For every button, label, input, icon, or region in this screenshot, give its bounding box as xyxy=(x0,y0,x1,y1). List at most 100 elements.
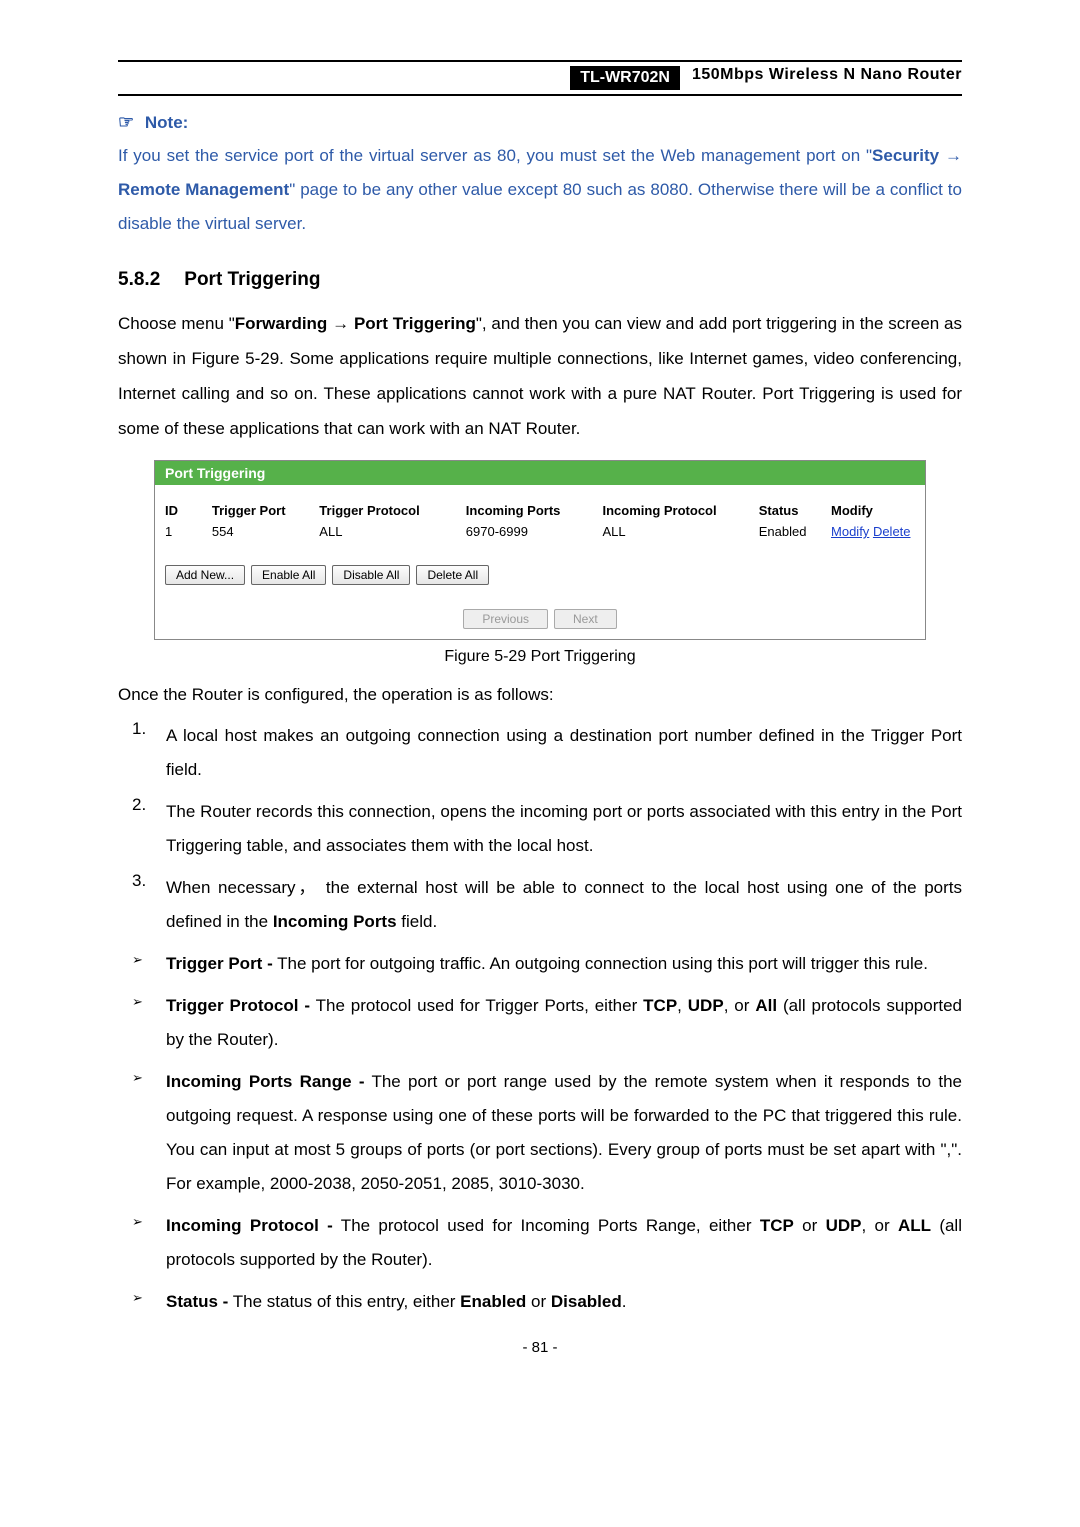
st-b: The status of this entry, either xyxy=(228,1292,460,1311)
list-item: 3. When necessary， the external host wil… xyxy=(132,871,962,939)
col-modify: Modify xyxy=(831,503,915,518)
cell-inproto: ALL xyxy=(603,524,759,539)
modify-link[interactable]: Modify xyxy=(831,524,869,539)
ip-f: , or xyxy=(861,1216,897,1235)
ip-tcp: TCP xyxy=(760,1216,794,1235)
note-label: Note: xyxy=(145,113,188,132)
col-status: Status xyxy=(759,503,831,518)
ul-trigger-port: Trigger Port - The port for outgoing tra… xyxy=(166,947,962,981)
list-item: 2. The Router records this connection, o… xyxy=(132,795,962,863)
tpr-label: Trigger Protocol - xyxy=(166,996,310,1015)
model-label: TL-WR702N xyxy=(570,66,680,90)
tpr-b: The protocol used for Trigger Ports, eit… xyxy=(310,996,643,1015)
section-header: 5.8.2 Port Triggering xyxy=(118,269,962,291)
ul-status: Status - The status of this entry, eithe… xyxy=(166,1285,962,1319)
bullet-icon: ➢ xyxy=(132,1209,166,1277)
st-f: . xyxy=(622,1292,627,1311)
ipr-label: Incoming Ports Range - xyxy=(166,1072,364,1091)
previous-button: Previous xyxy=(463,609,548,629)
list-num-3: 3. xyxy=(132,871,166,939)
cell-tport: 554 xyxy=(212,524,319,539)
col-id: ID xyxy=(165,503,212,518)
hand-icon: ☞ xyxy=(118,112,134,132)
screenshot-port-triggering: Port Triggering ID Trigger Port Trigger … xyxy=(154,460,926,640)
bullet-icon: ➢ xyxy=(132,989,166,1057)
ol-1-text: A local host makes an outgoing connectio… xyxy=(166,719,962,787)
cell-tproto: ALL xyxy=(319,524,465,539)
delete-all-button[interactable]: Delete All xyxy=(416,565,489,585)
section-title: Port Triggering xyxy=(184,269,320,290)
ip-b: The protocol used for Incoming Ports Ran… xyxy=(333,1216,760,1235)
cell-id: 1 xyxy=(165,524,212,539)
tp-label: Trigger Port - xyxy=(166,954,273,973)
ol3-b: Incoming Ports xyxy=(273,912,397,931)
delete-link[interactable]: Delete xyxy=(873,524,911,539)
note-body: If you set the service port of the virtu… xyxy=(118,139,962,241)
list-item: ➢ Incoming Protocol - The protocol used … xyxy=(132,1209,962,1277)
figure-caption: Figure 5-29 Port Triggering xyxy=(118,648,962,666)
cell-inports: 6970-6999 xyxy=(466,524,603,539)
list-num-1: 1. xyxy=(132,719,166,787)
ul-incoming-protocol: Incoming Protocol - The protocol used fo… xyxy=(166,1209,962,1277)
ul-trigger-protocol: Trigger Protocol - The protocol used for… xyxy=(166,989,962,1057)
bullet-icon: ➢ xyxy=(132,1285,166,1319)
p1-arrow: → xyxy=(327,314,354,333)
list-item: ➢ Status - The status of this entry, eit… xyxy=(132,1285,962,1319)
ol-2-text: The Router records this connection, open… xyxy=(166,795,962,863)
ss-table-row: 1 554 ALL 6970-6999 ALL Enabled Modify D… xyxy=(165,522,915,547)
ss-title: Port Triggering xyxy=(155,461,925,485)
paragraph-intro: Choose menu "Forwarding → Port Triggerin… xyxy=(118,307,962,446)
ss-button-row: Add New... Enable All Disable All Delete… xyxy=(155,555,925,601)
once-configured: Once the Router is configured, the opera… xyxy=(118,678,962,713)
tpr-tcp: TCP xyxy=(643,996,677,1015)
list-num-2: 2. xyxy=(132,795,166,863)
list-item: ➢ Incoming Ports Range - The port or por… xyxy=(132,1065,962,1201)
add-new-button[interactable]: Add New... xyxy=(165,565,245,585)
ol3-c: field. xyxy=(397,912,438,931)
bullet-icon: ➢ xyxy=(132,1065,166,1201)
ss-pager: Previous Next xyxy=(155,601,925,639)
cell-status: Enabled xyxy=(759,524,831,539)
list-item: ➢ Trigger Port - The port for outgoing t… xyxy=(132,947,962,981)
col-trigger-port: Trigger Port xyxy=(212,503,319,518)
note-arrow: → xyxy=(939,146,962,165)
p1-port-triggering: Port Triggering xyxy=(354,314,476,333)
ul-incoming-ports-range: Incoming Ports Range - The port or port … xyxy=(166,1065,962,1201)
tp-text: The port for outgoing traffic. An outgoi… xyxy=(273,954,928,973)
ip-d: or xyxy=(794,1216,826,1235)
next-button: Next xyxy=(554,609,617,629)
col-incoming-protocol: Incoming Protocol xyxy=(603,503,759,518)
header-subtitle: 150Mbps Wireless N Nano Router xyxy=(692,66,962,90)
section-number: 5.8.2 xyxy=(118,269,160,290)
bullet-list: ➢ Trigger Port - The port for outgoing t… xyxy=(132,947,962,1319)
st-d: or xyxy=(526,1292,551,1311)
enable-all-button[interactable]: Enable All xyxy=(251,565,326,585)
tpr-d: , xyxy=(677,996,688,1015)
list-item: 1. A local host makes an outgoing connec… xyxy=(132,719,962,787)
note-remote-management: Remote Management xyxy=(118,180,289,199)
p1-a: Choose menu " xyxy=(118,314,235,333)
ip-udp: UDP xyxy=(826,1216,862,1235)
tpr-udp: UDP xyxy=(688,996,724,1015)
col-incoming-ports: Incoming Ports xyxy=(466,503,603,518)
note-text-a: If you set the service port of the virtu… xyxy=(118,146,872,165)
ip-all: ALL xyxy=(898,1216,931,1235)
tpr-f: , or xyxy=(724,996,756,1015)
tpr-all: All xyxy=(755,996,777,1015)
bullet-icon: ➢ xyxy=(132,947,166,981)
note-header: ☞ Note: xyxy=(118,112,962,133)
p1-forwarding: Forwarding xyxy=(235,314,328,333)
ip-label: Incoming Protocol - xyxy=(166,1216,333,1235)
col-trigger-protocol: Trigger Protocol xyxy=(319,503,465,518)
page-number: - 81 - xyxy=(118,1339,962,1356)
st-enabled: Enabled xyxy=(460,1292,526,1311)
st-label: Status - xyxy=(166,1292,228,1311)
disable-all-button[interactable]: Disable All xyxy=(332,565,410,585)
ss-table-header: ID Trigger Port Trigger Protocol Incomin… xyxy=(165,499,915,522)
ordered-list: 1. A local host makes an outgoing connec… xyxy=(132,719,962,939)
header-bar: TL-WR702N 150Mbps Wireless N Nano Router xyxy=(118,60,962,96)
list-item: ➢ Trigger Protocol - The protocol used f… xyxy=(132,989,962,1057)
st-disabled: Disabled xyxy=(551,1292,622,1311)
ol-3-text: When necessary， the external host will b… xyxy=(166,871,962,939)
note-security: Security xyxy=(872,146,939,165)
